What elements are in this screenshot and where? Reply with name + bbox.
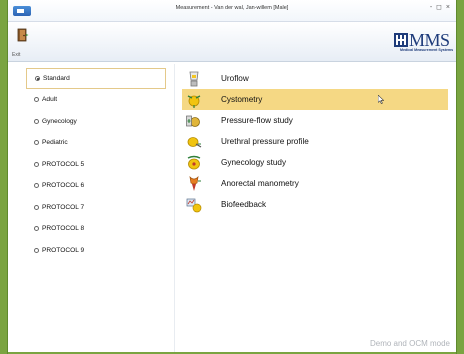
protocol-item[interactable]: Pediatric xyxy=(26,132,166,154)
radio-icon xyxy=(34,247,39,253)
protocol-label: PROTOCOL 7 xyxy=(42,203,85,211)
logo-subtitle: Medical Measurement Systems xyxy=(400,48,454,52)
toolbar: Exit MMS Medical Measurement Systems xyxy=(8,22,456,62)
protocol-item[interactable]: Gynecology xyxy=(26,111,166,133)
radio-icon xyxy=(34,183,39,189)
study-label: Pressure-flow study xyxy=(221,116,293,125)
study-list: Uroflow Cystometry Pressure-flow study U… xyxy=(182,68,448,215)
study-label: Gynecology study xyxy=(221,158,287,167)
protocol-label: Adult xyxy=(42,96,58,104)
study-item-biofeedback[interactable]: Biofeedback xyxy=(182,194,448,215)
radio-icon xyxy=(34,161,39,167)
protocol-item[interactable]: PROTOCOL 7 xyxy=(26,197,166,219)
protocol-item[interactable]: PROTOCOL 8 xyxy=(26,218,166,240)
mouse-cursor-icon xyxy=(378,95,384,104)
study-item-anorectal[interactable]: Anorectal manometry xyxy=(182,173,448,194)
protocol-item[interactable]: PROTOCOL 5 xyxy=(26,154,166,176)
protocol-label: Pediatric xyxy=(42,139,68,147)
radio-icon xyxy=(34,204,39,210)
mms-logo-icon xyxy=(394,33,408,47)
protocol-item[interactable]: Adult xyxy=(26,89,166,111)
exit-label: Exit xyxy=(12,52,21,58)
protocol-label: PROTOCOL 9 xyxy=(42,246,85,254)
right-border xyxy=(457,0,464,354)
left-border xyxy=(0,0,7,354)
anorectal-icon xyxy=(186,175,202,192)
biofeedback-icon xyxy=(186,197,202,213)
study-item-gynecology[interactable]: Gynecology study xyxy=(182,152,448,173)
radio-icon xyxy=(34,97,39,103)
pressure-flow-icon xyxy=(186,113,202,129)
exit-button[interactable]: Exit xyxy=(11,25,33,59)
app-window: Measurement - Van der wal, Jan-willem [M… xyxy=(7,0,457,354)
protocol-label: Standard xyxy=(43,75,70,82)
protocol-label: PROTOCOL 6 xyxy=(42,182,85,190)
title-bar: Measurement - Van der wal, Jan-willem [M… xyxy=(8,0,456,22)
protocol-label: Gynecology xyxy=(42,117,77,125)
protocol-item[interactable]: Standard xyxy=(26,68,166,89)
protocol-item[interactable]: PROTOCOL 9 xyxy=(26,240,166,262)
study-label: Anorectal manometry xyxy=(221,179,299,188)
study-item-pressure-flow[interactable]: Pressure-flow study xyxy=(182,110,448,131)
uroflow-icon xyxy=(186,71,202,87)
protocol-label: PROTOCOL 5 xyxy=(42,160,85,168)
urethral-pressure-icon xyxy=(186,134,202,150)
study-item-cystometry[interactable]: Cystometry xyxy=(182,89,448,110)
window-title: Measurement - Van der wal, Jan-willem [M… xyxy=(175,5,289,11)
study-label: Biofeedback xyxy=(221,200,267,209)
radio-selected-icon xyxy=(35,76,40,81)
mms-logo: MMS Medical Measurement Systems xyxy=(394,30,454,56)
status-mode-text: Demo and OCM mode xyxy=(369,339,450,348)
radio-icon xyxy=(34,140,39,146)
exit-door-icon xyxy=(17,28,29,42)
panel-divider xyxy=(174,64,175,354)
study-label: Urethral pressure profile xyxy=(221,137,309,146)
window-controls[interactable]: - ◻ × xyxy=(430,3,451,11)
protocol-item[interactable]: PROTOCOL 6 xyxy=(26,175,166,197)
radio-icon xyxy=(34,226,39,232)
cystometry-icon xyxy=(186,92,202,108)
gynecology-icon xyxy=(186,155,202,171)
study-label: Cystometry xyxy=(221,95,263,104)
study-label: Uroflow xyxy=(221,74,249,83)
study-item-urethral-pressure[interactable]: Urethral pressure profile xyxy=(182,131,448,152)
protocol-list: Standard Adult Gynecology Pediatric PROT… xyxy=(26,68,166,261)
radio-icon xyxy=(34,118,39,124)
study-item-uroflow[interactable]: Uroflow xyxy=(182,68,448,89)
protocol-label: PROTOCOL 8 xyxy=(42,225,85,233)
